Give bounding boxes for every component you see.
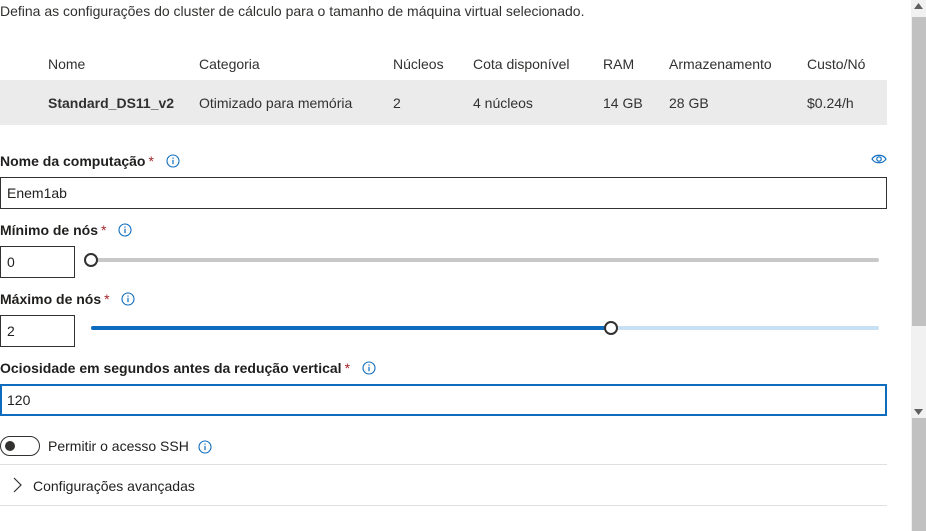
- min-nodes-input[interactable]: 0: [0, 246, 75, 278]
- ssh-label: Permitir o acesso SSH: [48, 438, 189, 454]
- cell-ram: 14 GB: [603, 94, 643, 111]
- compute-name-label-text: Nome da computação: [0, 153, 146, 169]
- scrollbar-thumb[interactable]: [912, 17, 926, 326]
- required-marker: *: [344, 360, 351, 376]
- required-marker: *: [101, 222, 107, 238]
- cell-nucleos: 2: [393, 94, 401, 111]
- cell-custo: $0.24/h: [807, 94, 854, 111]
- column-header-cota: Cota disponível: [473, 56, 570, 72]
- ssh-toggle-knob: [5, 441, 15, 451]
- required-marker: *: [104, 291, 110, 307]
- advanced-settings-row[interactable]: Configurações avançadas: [0, 465, 887, 505]
- column-header-ram: RAM: [603, 56, 635, 72]
- divider: [0, 505, 887, 506]
- cell-armazenamento: 28 GB: [669, 94, 709, 111]
- eye-icon[interactable]: [871, 153, 887, 165]
- max-nodes-slider-fill: [91, 326, 612, 330]
- info-icon[interactable]: [362, 361, 376, 375]
- advanced-settings-label: Configurações avançadas: [33, 478, 195, 494]
- chevron-right-icon: [13, 477, 22, 493]
- info-icon[interactable]: [118, 223, 132, 237]
- idle-seconds-label: Ociosidade em segundos antes da redução …: [0, 360, 376, 376]
- max-nodes-label-text: Máximo de nós: [0, 291, 102, 307]
- max-nodes-input[interactable]: 2: [0, 315, 75, 347]
- column-header-armazenamento: Armazenamento: [669, 56, 772, 72]
- info-icon[interactable]: [198, 440, 212, 454]
- scroll-down-arrow-icon[interactable]: [914, 409, 923, 415]
- compute-name-label: Nome da computação *: [0, 153, 180, 169]
- cell-cota: 4 núcleos: [473, 94, 533, 111]
- cell-categoria: Otimizado para memória: [199, 94, 353, 111]
- ssh-toggle[interactable]: [0, 436, 40, 456]
- column-header-nome: Nome: [48, 56, 86, 72]
- compute-name-input[interactable]: Enem1ab: [0, 177, 887, 209]
- info-icon[interactable]: [166, 154, 180, 168]
- idle-seconds-label-text: Ociosidade em segundos antes da redução …: [0, 360, 342, 376]
- min-nodes-slider-track[interactable]: [91, 258, 879, 262]
- min-nodes-slider-thumb[interactable]: [84, 253, 98, 267]
- description-text: Defina as configurações do cluster de cá…: [0, 3, 585, 19]
- min-nodes-label-text: Mínimo de nós: [0, 222, 98, 238]
- scroll-up-arrow-icon[interactable]: [914, 3, 923, 9]
- column-header-nucleos: Núcleos: [393, 56, 444, 72]
- min-nodes-label: Mínimo de nós *: [0, 222, 132, 238]
- cell-nome: Standard_DS11_v2: [48, 94, 175, 111]
- info-icon[interactable]: [121, 292, 136, 306]
- scrollbar-thumb-lower[interactable]: [912, 418, 926, 531]
- idle-seconds-input[interactable]: 120: [0, 384, 887, 416]
- vm-table-header: Nome Categoria Núcleos Cota disponível R…: [0, 50, 887, 78]
- max-nodes-label: Máximo de nós *: [0, 291, 136, 307]
- table-row[interactable]: Standard_DS11_v2 Otimizado para memória …: [0, 80, 887, 125]
- max-nodes-slider-thumb[interactable]: [604, 321, 619, 335]
- column-header-custo: Custo/Nó: [807, 56, 866, 72]
- column-header-categoria: Categoria: [199, 56, 260, 72]
- required-marker: *: [148, 153, 154, 169]
